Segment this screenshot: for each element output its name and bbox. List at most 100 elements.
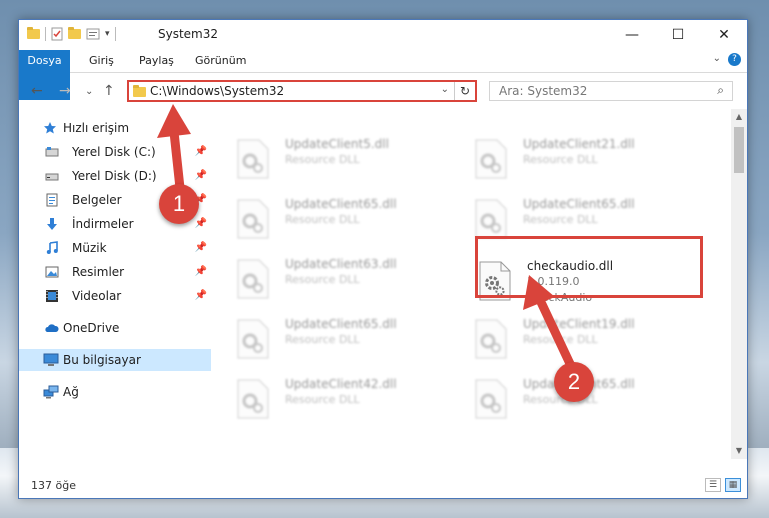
- scroll-thumb[interactable]: [734, 127, 744, 173]
- folder-icon: [27, 27, 40, 39]
- tiles-view-icon[interactable]: ▦: [725, 478, 741, 492]
- nav-label: Ağ: [63, 385, 79, 399]
- tab-view[interactable]: Görünüm: [195, 50, 246, 72]
- dll-file-icon: [237, 259, 269, 299]
- nav-item-videos[interactable]: Videolar 📌: [19, 285, 211, 307]
- file-name: UpdateClient65.dll: [285, 197, 397, 211]
- nav-this-pc[interactable]: Bu bilgisayar: [19, 349, 211, 371]
- nav-label: Belgeler: [72, 193, 122, 207]
- nav-item-drive-c[interactable]: Yerel Disk (C:) 📌: [19, 141, 211, 163]
- item-count: 137 öğe: [31, 479, 76, 492]
- highlight-box: [475, 236, 703, 298]
- file-type: Resource DLL: [285, 273, 360, 286]
- customize-qat-icon[interactable]: ▾: [105, 29, 110, 39]
- folder-icon: [133, 85, 146, 97]
- address-path[interactable]: C:\Windows\System32: [150, 84, 284, 98]
- refresh-button[interactable]: ↻: [454, 82, 475, 100]
- scroll-up-icon[interactable]: ▲: [731, 109, 747, 125]
- expand-ribbon-icon[interactable]: ⌄: [713, 53, 721, 64]
- file-item[interactable]: UpdateClient63.dll Resource DLL: [237, 257, 467, 307]
- nav-label: İndirmeler: [72, 217, 134, 231]
- dll-file-icon: [475, 199, 507, 239]
- properties-icon[interactable]: [51, 27, 63, 41]
- file-name: UpdateClient63.dll: [285, 257, 397, 271]
- nav-quick-access[interactable]: Hızlı erişim: [19, 117, 211, 139]
- nav-label: Hızlı erişim: [63, 121, 130, 135]
- pin-icon[interactable]: 📌: [195, 213, 207, 235]
- file-name: UpdateClient5.dll: [285, 137, 389, 151]
- window-controls: — ☐ ✕: [609, 20, 747, 50]
- status-bar: 137 öğe ☰ ▦: [19, 474, 747, 498]
- music-icon: [46, 241, 58, 254]
- maximize-button[interactable]: ☐: [655, 20, 701, 50]
- nav-label: Bu bilgisayar: [63, 353, 141, 367]
- file-name: UpdateClient65.dll: [285, 317, 397, 331]
- step-1-badge: 1: [159, 184, 199, 224]
- tab-share[interactable]: Paylaş: [139, 50, 174, 72]
- network-icon: [43, 385, 59, 399]
- new-folder-icon[interactable]: [68, 27, 81, 39]
- nav-label: Yerel Disk (D:): [72, 169, 157, 183]
- address-row: ← → ⌄ ↑ C:\Windows\System32 ⌄ ↻ Ara: Sys…: [19, 73, 747, 109]
- cloud-icon: [45, 324, 59, 332]
- navigation-pane: Hızlı erişim Yerel Disk (C:) 📌 Yerel Dis…: [19, 109, 215, 459]
- drive-icon: [45, 147, 59, 157]
- file-name: UpdateClient19.dll: [523, 317, 635, 331]
- file-item[interactable]: UpdateClient5.dll Resource DLL: [237, 137, 467, 187]
- up-button[interactable]: ↑: [103, 83, 115, 99]
- nav-item-pictures[interactable]: Resimler 📌: [19, 261, 211, 283]
- search-icon[interactable]: ⌕: [717, 83, 724, 98]
- minimize-button[interactable]: —: [609, 20, 655, 50]
- nav-label: OneDrive: [63, 321, 120, 335]
- pin-icon[interactable]: 📌: [195, 237, 207, 259]
- pin-icon[interactable]: 📌: [195, 141, 207, 163]
- documents-icon: [46, 193, 58, 207]
- dll-file-icon: [475, 379, 507, 419]
- file-type: Resource DLL: [285, 153, 360, 166]
- details-view-icon[interactable]: ☰: [705, 478, 721, 492]
- pin-icon[interactable]: 📌: [195, 261, 207, 283]
- rename-icon[interactable]: [86, 27, 100, 41]
- pin-icon[interactable]: 📌: [195, 285, 207, 307]
- search-placeholder: Ara: System32: [499, 84, 588, 98]
- file-name: UpdateClient21.dll: [523, 137, 635, 151]
- file-item[interactable]: UpdateClient42.dll Resource DLL: [237, 377, 467, 427]
- file-type: Resource DLL: [523, 213, 598, 226]
- nav-item-music[interactable]: Müzik 📌: [19, 237, 211, 259]
- dll-file-icon: [237, 139, 269, 179]
- divider: [45, 27, 46, 41]
- scroll-down-icon[interactable]: ▼: [731, 443, 747, 459]
- pin-icon[interactable]: 📌: [195, 165, 207, 187]
- computer-icon: [43, 353, 59, 366]
- file-item[interactable]: UpdateClient19.dll Resource DLL: [475, 317, 705, 367]
- search-input[interactable]: Ara: System32 ⌕: [489, 81, 733, 101]
- back-button[interactable]: ←: [31, 83, 43, 99]
- close-button[interactable]: ✕: [701, 20, 747, 50]
- dll-file-icon: [475, 139, 507, 179]
- file-item[interactable]: UpdateClient65.dll Resource DLL: [237, 197, 467, 247]
- pictures-icon: [45, 266, 59, 278]
- tab-home[interactable]: Giriş: [89, 50, 114, 72]
- dll-file-icon: [475, 319, 507, 359]
- videos-icon: [46, 290, 58, 302]
- file-type: Resource DLL: [523, 153, 598, 166]
- nav-onedrive[interactable]: OneDrive: [19, 317, 211, 339]
- file-name: UpdateClient42.dll: [285, 377, 397, 391]
- recent-locations-button[interactable]: ⌄: [85, 86, 93, 97]
- forward-button[interactable]: →: [59, 83, 71, 99]
- window-title: System32: [158, 27, 219, 41]
- address-bar[interactable]: C:\Windows\System32 ⌄ ↻: [127, 80, 477, 102]
- dll-file-icon: [237, 199, 269, 239]
- help-icon[interactable]: ?: [728, 53, 741, 66]
- file-item[interactable]: UpdateClient65.dll Resource DLL: [237, 317, 467, 367]
- nav-network[interactable]: Ağ: [19, 381, 211, 403]
- vertical-scrollbar[interactable]: ▲ ▼: [731, 109, 747, 459]
- drive-icon: [45, 173, 59, 181]
- divider: [114, 27, 116, 41]
- view-toggle: ☰ ▦: [705, 478, 741, 492]
- file-name: UpdateClient65.dll: [523, 197, 635, 211]
- file-item[interactable]: UpdateClient21.dll Resource DLL: [475, 137, 705, 187]
- ribbon-tabs: Dosya Giriş Paylaş Görünüm ⌄ ?: [19, 50, 747, 100]
- file-type: Resource DLL: [285, 333, 360, 346]
- address-dropdown-icon[interactable]: ⌄: [441, 84, 449, 95]
